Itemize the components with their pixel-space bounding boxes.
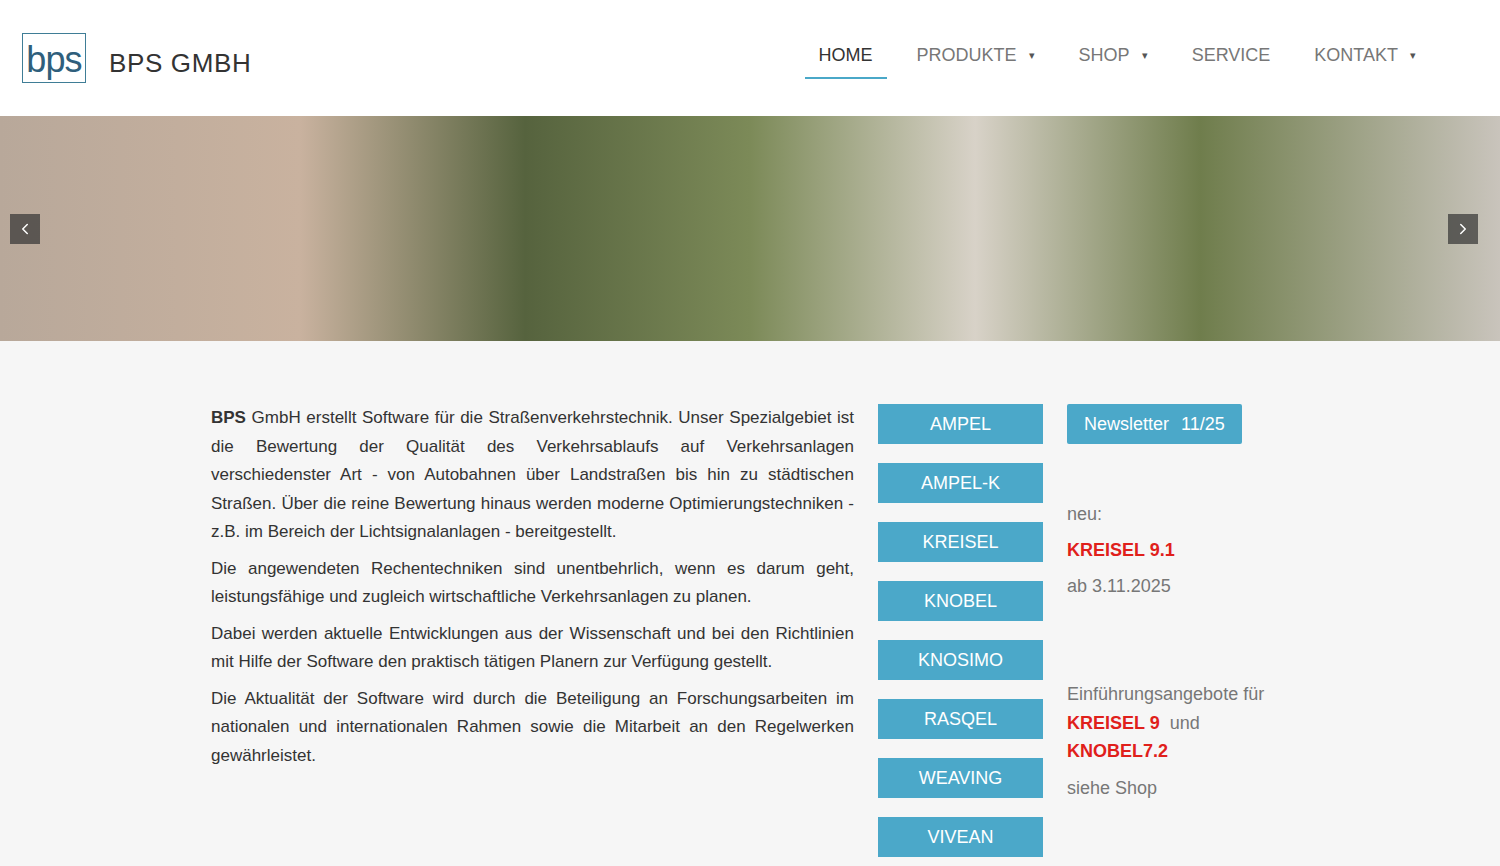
logo[interactable]: bps — [22, 33, 86, 83]
newsletter-button[interactable]: Newsletter11/25 — [1067, 404, 1242, 444]
hero-carousel — [0, 116, 1500, 341]
content: BPS GmbH erstellt Software für die Straß… — [0, 341, 1500, 857]
product-button[interactable]: WEAVING — [878, 758, 1043, 798]
company-name[interactable]: BPS GMBH — [109, 44, 251, 83]
dropdown-arrow: ▾ — [1142, 47, 1148, 64]
product-list: AMPEL AMPEL-K KREISEL KNOBEL KNOSIMO RASQEL WE… — [878, 404, 1043, 857]
product-button[interactable]: VIVEAN — [878, 817, 1043, 857]
carousel-next[interactable] — [1448, 214, 1478, 244]
chevron-right-icon — [1454, 220, 1472, 238]
intro-paragraph: Dabei werden aktuelle Entwicklungen aus … — [211, 620, 854, 677]
intro-paragraph: Die angewendeten Rechentechniken sind un… — [211, 555, 854, 612]
product-button[interactable]: RASQEL — [878, 699, 1043, 739]
new-label: neu: — [1067, 500, 1267, 528]
carousel-prev[interactable] — [10, 214, 40, 244]
nav-item[interactable]: HOME — [805, 38, 887, 79]
product-button[interactable]: AMPEL-K — [878, 463, 1043, 503]
new-date: ab 3.11.2025 — [1067, 572, 1267, 600]
nav-item[interactable]: SERVICE — [1178, 38, 1285, 79]
product-button[interactable]: KNOBEL — [878, 581, 1043, 621]
intro-paragraph: BPS GmbH erstellt Software für die Straß… — [211, 404, 854, 547]
new-product[interactable]: KREISEL 9.1 — [1067, 536, 1267, 564]
dropdown-arrow: ▾ — [1029, 47, 1035, 64]
sidebar: Newsletter11/25 neu: KREISEL 9.1 ab 3.11.20… — [1067, 404, 1267, 802]
product-button[interactable]: KREISEL — [878, 522, 1043, 562]
dropdown-arrow: ▾ — [1410, 47, 1416, 64]
intro-paragraph: Die Aktualität der Software wird durch d… — [211, 685, 854, 771]
chevron-left-icon — [16, 220, 34, 238]
nav-item[interactable]: SHOP▾ — [1065, 38, 1162, 79]
nav-item[interactable]: PRODUKTE▾ — [903, 38, 1049, 79]
header: bps BPS GMBH HOME PRODUKTE▾ SHOP▾ SERVICE KONT… — [0, 0, 1500, 116]
nav-item[interactable]: KONTAKT▾ — [1300, 38, 1430, 79]
product-button[interactable]: KNOSIMO — [878, 640, 1043, 680]
main-nav: HOME PRODUKTE▾ SHOP▾ SERVICE KONTAKT▾ — [805, 38, 1430, 79]
offer-footer[interactable]: siehe Shop — [1067, 774, 1267, 802]
page: bps BPS GMBH HOME PRODUKTE▾ SHOP▾ SERVICE KONT… — [0, 0, 1500, 866]
product-button[interactable]: AMPEL — [878, 404, 1043, 444]
intro-text: BPS GmbH erstellt Software für die Straß… — [211, 404, 854, 770]
offer-text: Einführungsangebote für KREISEL 9 und KN… — [1067, 680, 1267, 766]
